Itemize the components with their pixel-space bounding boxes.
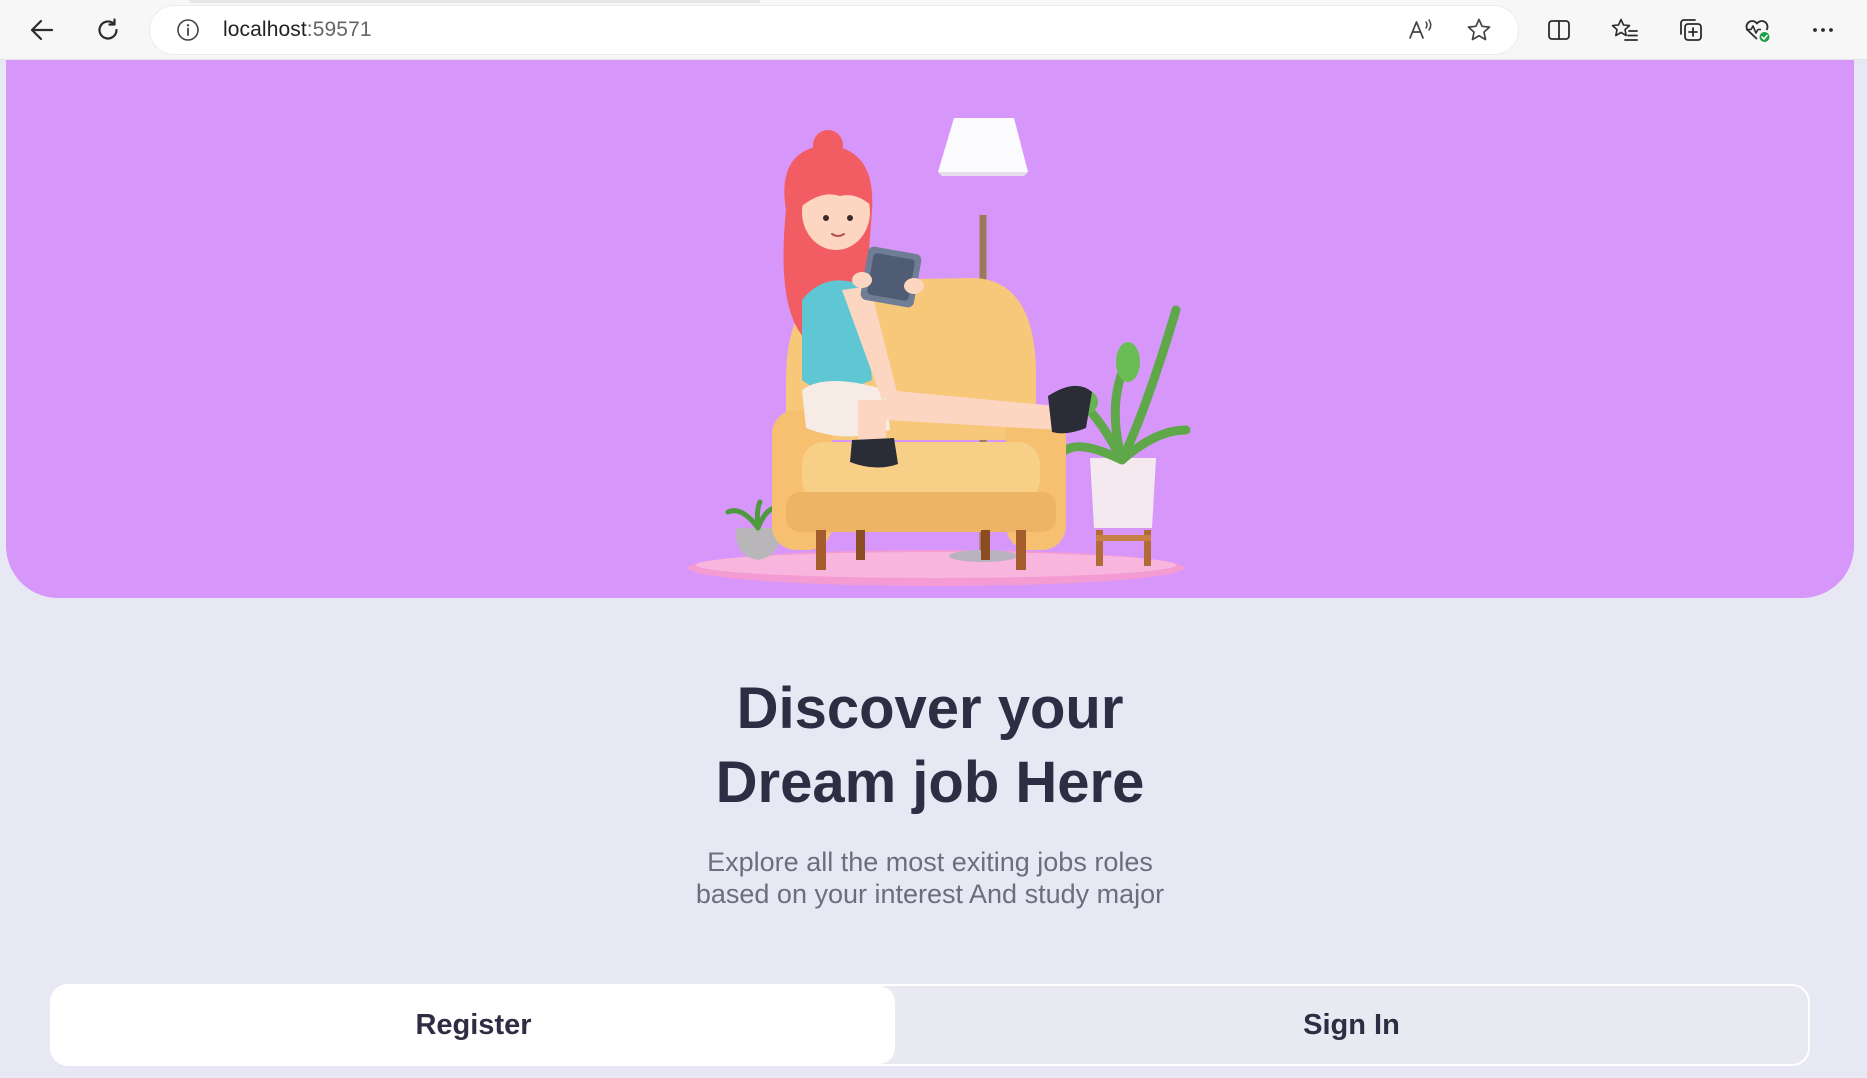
reload-button[interactable] bbox=[90, 12, 126, 48]
browser-essentials-icon bbox=[1745, 20, 1770, 42]
url-host: localhost bbox=[223, 18, 307, 41]
reload-icon bbox=[98, 18, 118, 40]
page-content: Discover your Dream job Here Explore all… bbox=[0, 60, 1867, 1078]
collections-button[interactable] bbox=[1673, 12, 1709, 48]
subtitle-line-1: Explore all the most exiting jobs roles bbox=[707, 847, 1153, 877]
girl-on-armchair-illustration bbox=[688, 118, 1191, 586]
read-aloud-button[interactable] bbox=[1405, 14, 1437, 46]
split-screen-icon bbox=[1548, 20, 1570, 40]
favorites-button[interactable] bbox=[1607, 12, 1643, 48]
page-headline: Discover your Dream job Here bbox=[0, 672, 1860, 820]
subtitle-line-2: based on your interest And study major bbox=[695, 879, 1165, 909]
star-icon bbox=[1467, 18, 1491, 41]
headline-line-2: Dream job Here bbox=[715, 750, 1145, 815]
back-arrow-icon bbox=[30, 19, 54, 41]
split-screen-button[interactable] bbox=[1541, 12, 1577, 48]
address-bar[interactable]: localhost:59571 bbox=[150, 6, 1518, 54]
back-button[interactable] bbox=[24, 12, 60, 48]
page-subtitle: Explore all the most exiting jobs roles … bbox=[0, 846, 1860, 910]
collections-icon bbox=[1680, 19, 1702, 41]
tab-strip-edge bbox=[190, 0, 760, 3]
site-info-button[interactable] bbox=[176, 18, 200, 42]
favorite-button[interactable] bbox=[1463, 14, 1495, 46]
auth-segmented-control: Register Sign In bbox=[50, 984, 1810, 1066]
more-menu-button[interactable] bbox=[1805, 12, 1841, 48]
url-text: localhost:59571 bbox=[223, 18, 372, 42]
register-button[interactable]: Register bbox=[52, 986, 895, 1064]
info-icon bbox=[177, 19, 199, 41]
favorites-list-icon bbox=[1611, 18, 1638, 41]
sign-in-button[interactable]: Sign In bbox=[895, 986, 1808, 1064]
hero-banner bbox=[6, 60, 1854, 598]
browser-essentials-button[interactable] bbox=[1739, 12, 1775, 48]
headline-line-1: Discover your bbox=[736, 676, 1124, 741]
url-port: :59571 bbox=[306, 18, 372, 41]
read-aloud-icon bbox=[1409, 19, 1432, 39]
browser-toolbar: localhost:59571 bbox=[0, 0, 1867, 60]
more-icon bbox=[1813, 28, 1833, 32]
